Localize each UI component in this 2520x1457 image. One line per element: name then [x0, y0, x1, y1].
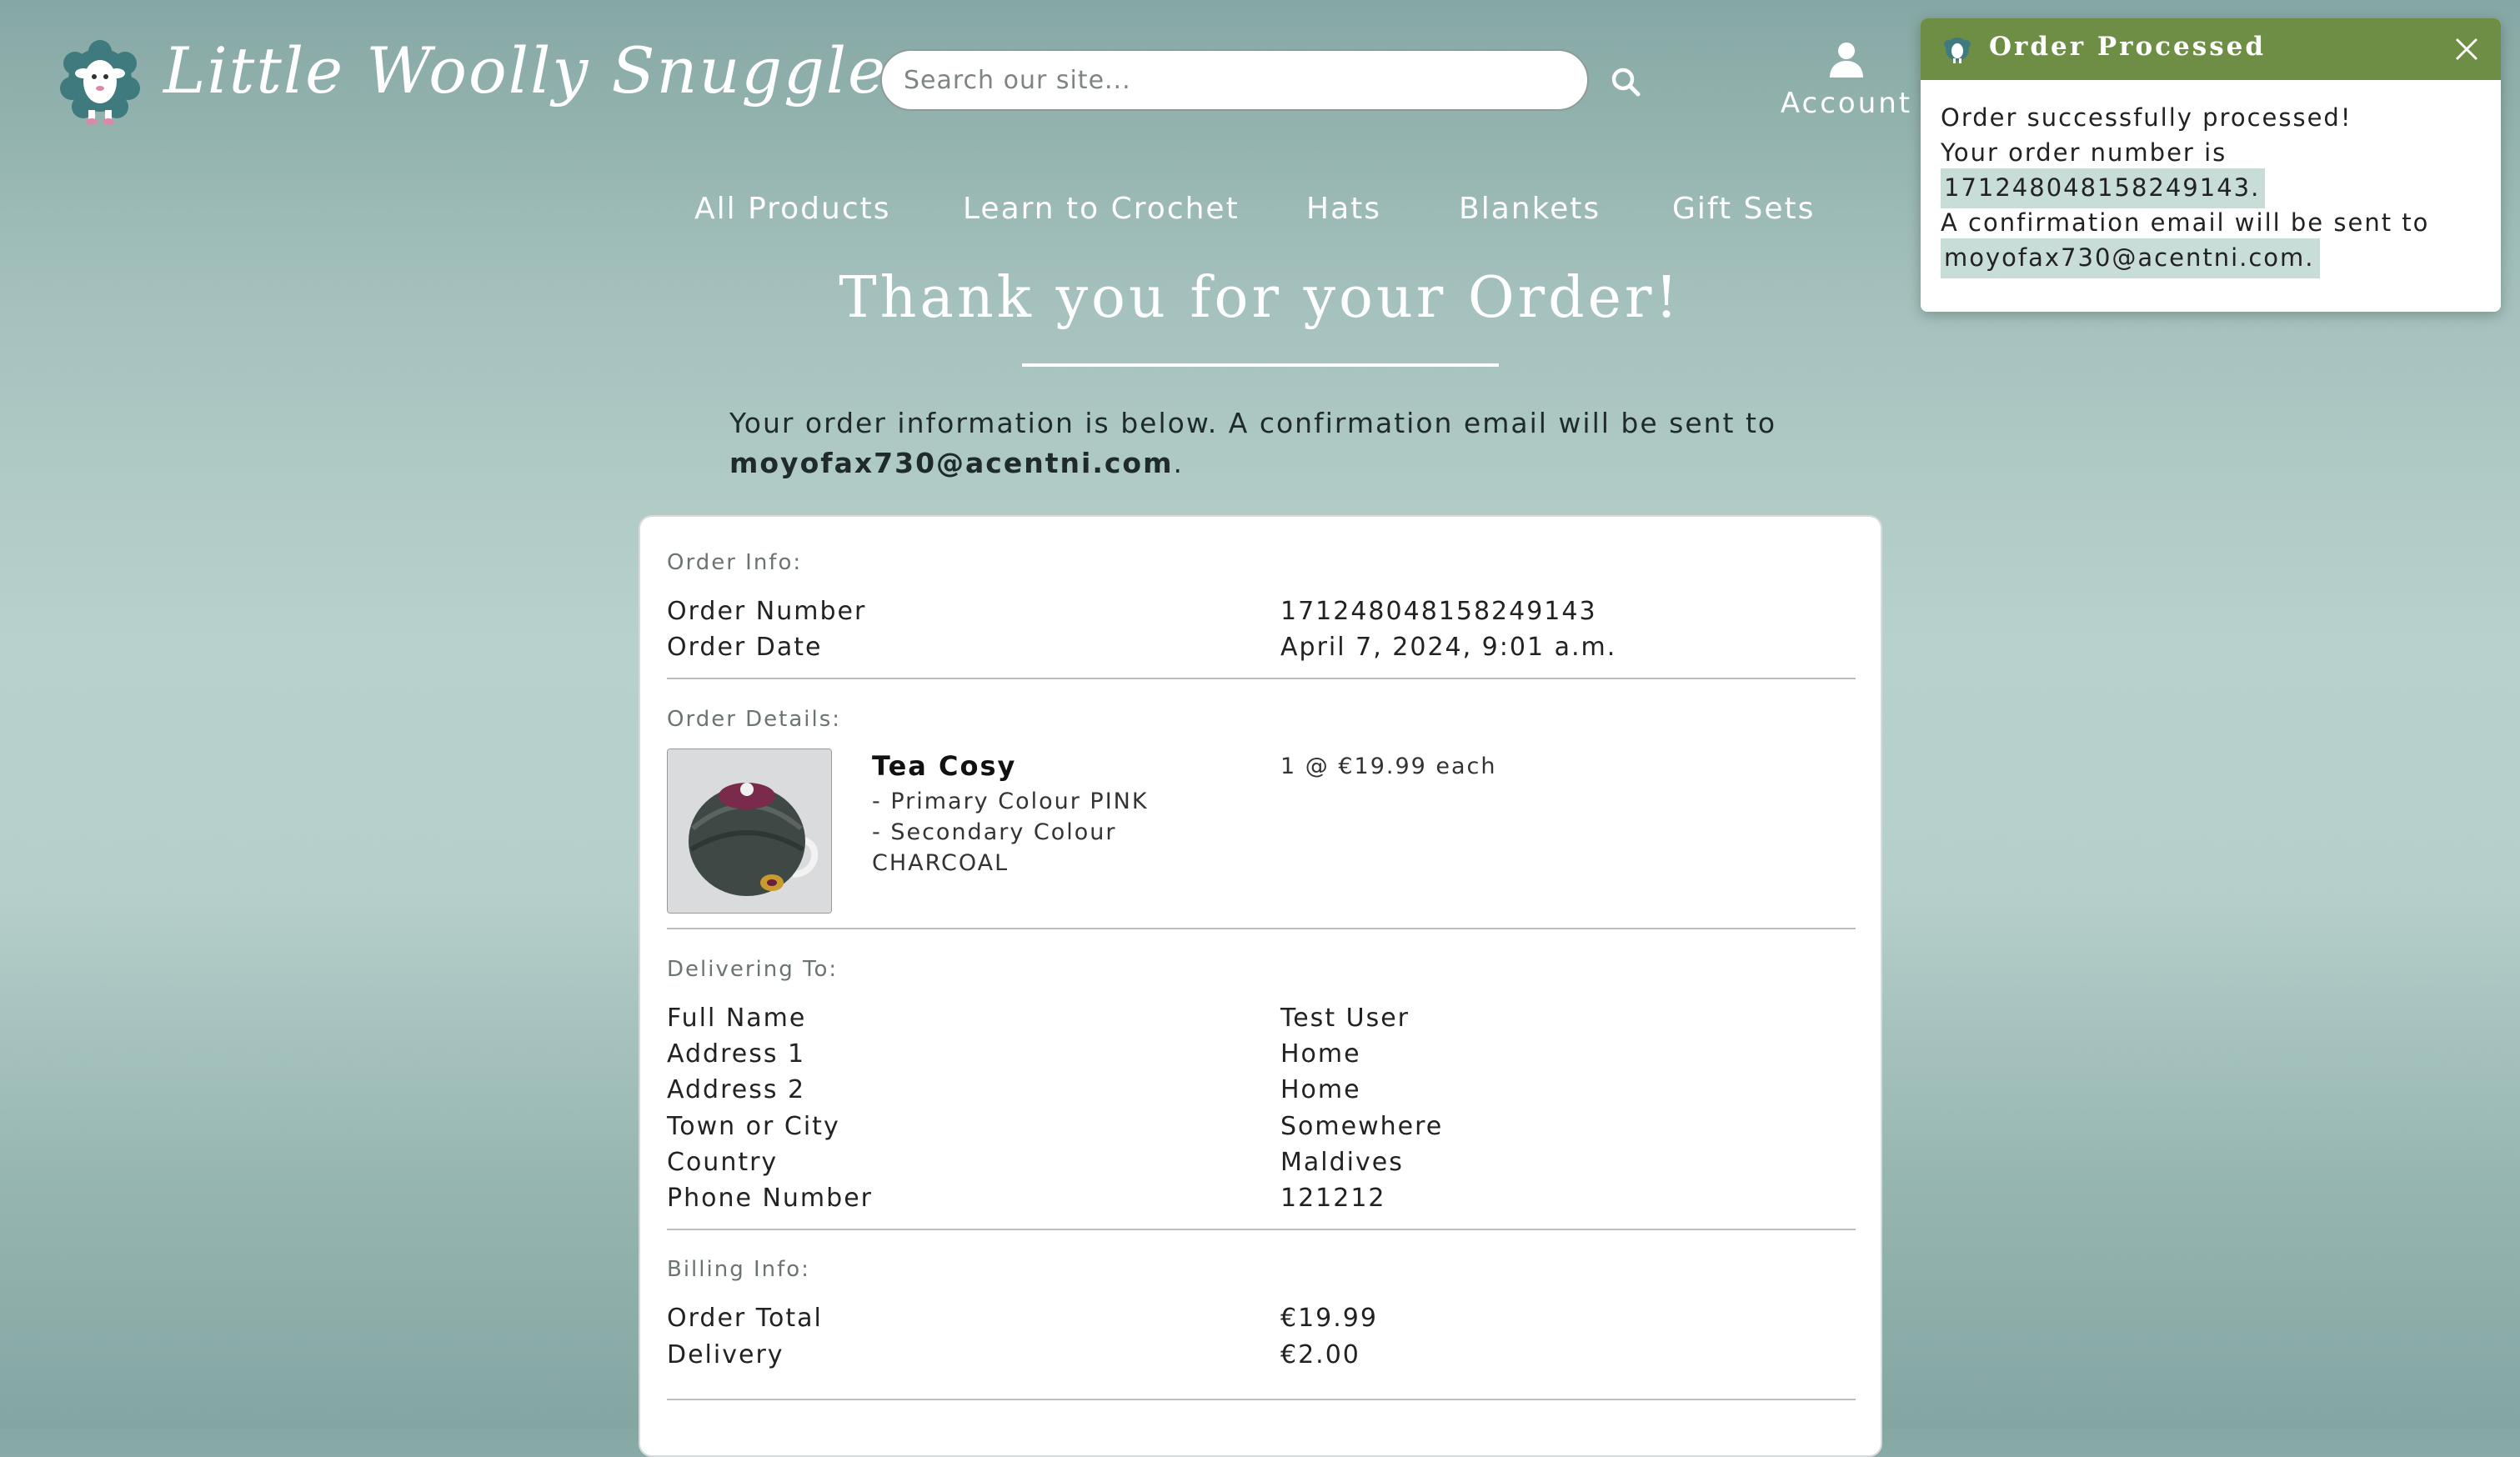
order-total-value: €19.99 [1280, 1304, 1378, 1333]
toast-title: Order Processed [1989, 32, 2267, 62]
intro-email: moyofax730@acentni.com [729, 447, 1174, 479]
order-date-label: Order Date [667, 633, 823, 662]
divider [667, 1229, 1856, 1230]
address1-label: Address 1 [667, 1039, 806, 1069]
nav-learn-to-crochet[interactable]: Learn to Crochet [963, 192, 1240, 226]
intro-period: . [1173, 447, 1184, 479]
order-info-heading: Order Info: [667, 550, 803, 575]
search-icon[interactable] [1607, 63, 1646, 102]
order-number-label: Order Number [667, 597, 867, 626]
intro-text: Your order information is below. A confi… [729, 403, 1813, 483]
toast-order-number: 171248048158249143. [1941, 168, 2266, 208]
sheep-icon [1942, 35, 1972, 65]
product-primary-colour: - Primary Colour PINK [872, 789, 1149, 814]
order-summary-card: Order Info: Order Number 171248048158249… [639, 515, 1882, 1457]
sheep-logo-icon[interactable] [58, 38, 142, 125]
full-name-value: Test User [1280, 1004, 1410, 1033]
product-quantity-price: 1 @ €19.99 each [1280, 754, 1497, 779]
toast-success-message: Order successfully processed! [1941, 103, 2352, 132]
delivery-label: Delivery [667, 1340, 784, 1369]
country-label: Country [667, 1148, 779, 1177]
account-label: Account [1780, 87, 1913, 120]
product-secondary-colour-label: - Secondary Colour [872, 819, 1117, 845]
country-value: Maldives [1280, 1148, 1404, 1177]
delivering-heading: Delivering To: [667, 957, 839, 982]
order-details-heading: Order Details: [667, 707, 842, 732]
billing-heading: Billing Info: [667, 1257, 810, 1282]
brand-name[interactable]: Little Woolly Snuggles [163, 33, 921, 108]
nav-hats[interactable]: Hats [1306, 192, 1381, 226]
phone-label: Phone Number [667, 1184, 873, 1213]
divider [667, 928, 1856, 929]
town-label: Town or City [667, 1112, 840, 1141]
user-icon [1830, 43, 1863, 78]
divider [667, 678, 1856, 679]
order-date-value: April 7, 2024, 9:01 a.m. [1280, 633, 1617, 662]
nav-blankets[interactable]: Blankets [1459, 192, 1601, 226]
town-value: Somewhere [1280, 1112, 1444, 1141]
divider [667, 1399, 1856, 1400]
address1-value: Home [1280, 1039, 1361, 1069]
account-button[interactable]: Account [1776, 40, 1917, 120]
order-total-label: Order Total [667, 1304, 823, 1333]
close-icon[interactable] [2451, 33, 2482, 65]
toast-email-label: A confirmation email will be sent to [1941, 208, 2430, 237]
toast-header: Order Processed [1921, 18, 2501, 80]
title-underline [1022, 363, 1499, 367]
nav-all-products[interactable]: All Products [694, 192, 891, 226]
address2-label: Address 2 [667, 1075, 806, 1104]
toast-order-number-label: Your order number is [1941, 138, 2227, 167]
order-processed-toast: Order Processed Order successfully proce… [1921, 18, 2501, 312]
search-input[interactable] [880, 49, 1589, 111]
product-name: Tea Cosy [872, 750, 1017, 782]
toast-email: moyofax730@acentni.com. [1941, 238, 2320, 278]
product-thumbnail [667, 749, 832, 914]
full-name-label: Full Name [667, 1004, 807, 1033]
phone-value: 121212 [1280, 1184, 1386, 1213]
delivery-value: €2.00 [1280, 1340, 1360, 1369]
intro-message: Your order information is below. A confi… [729, 407, 1777, 439]
nav-gift-sets[interactable]: Gift Sets [1672, 192, 1815, 226]
toast-body: Order successfully processed! Your order… [1941, 100, 2491, 278]
address2-value: Home [1280, 1075, 1361, 1104]
order-number-value: 171248048158249143 [1280, 597, 1597, 626]
product-secondary-colour-value: CHARCOAL [872, 850, 1010, 876]
